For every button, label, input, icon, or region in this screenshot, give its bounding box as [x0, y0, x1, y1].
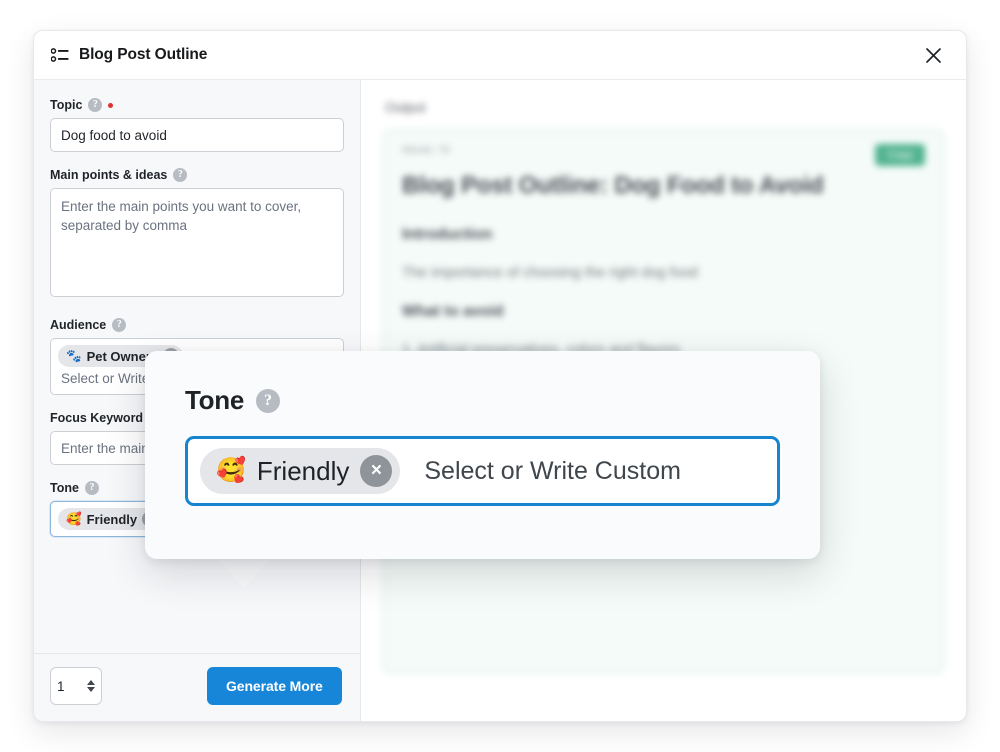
- field-topic: Topic ?: [50, 98, 344, 152]
- help-icon[interactable]: ?: [173, 168, 187, 182]
- help-icon[interactable]: ?: [256, 389, 280, 413]
- main-points-label-text: Main points & ideas: [50, 168, 167, 182]
- quantity-value: 1: [57, 679, 83, 694]
- smiling-face-icon: 🥰: [66, 513, 82, 526]
- callout-tone-placeholder: Select or Write Custom: [424, 457, 681, 486]
- audience-label-text: Audience: [50, 318, 106, 332]
- tone-label-text: Tone: [50, 481, 79, 495]
- help-icon[interactable]: ?: [112, 318, 126, 332]
- main-points-textarea[interactable]: [50, 188, 344, 297]
- callout-tone-select[interactable]: 🥰 Friendly × Select or Write Custom: [185, 436, 780, 506]
- chevron-down-icon[interactable]: [87, 687, 95, 692]
- stepper-arrows[interactable]: [87, 680, 95, 692]
- help-icon[interactable]: ?: [88, 98, 102, 112]
- field-label-audience: Audience ?: [50, 318, 344, 332]
- copy-button[interactable]: Copy: [875, 144, 925, 166]
- tone-callout-popup: Tone ? 🥰 Friendly × Select or Write Cust…: [145, 351, 820, 559]
- page-title: Blog Post Outline: [79, 46, 207, 64]
- required-indicator: [108, 103, 113, 108]
- field-label-topic: Topic ?: [50, 98, 344, 112]
- generate-more-button[interactable]: Generate More: [207, 667, 342, 705]
- output-label: Output: [385, 100, 944, 115]
- list-icon: [51, 48, 69, 62]
- callout-tone-chip[interactable]: 🥰 Friendly ×: [200, 448, 400, 494]
- callout-tone-chip-label: Friendly: [257, 456, 349, 487]
- focus-keyword-label-text: Focus Keyword: [50, 411, 143, 425]
- tone-chip-label: Friendly: [87, 512, 138, 527]
- help-icon[interactable]: ?: [85, 481, 99, 495]
- smiling-face-icon: 🥰: [216, 459, 246, 483]
- quantity-stepper[interactable]: 1: [50, 667, 102, 705]
- output-card-header: Words: 76 Copy: [402, 144, 925, 166]
- modal-title-group: Blog Post Outline: [51, 46, 207, 64]
- topic-label-text: Topic: [50, 98, 82, 112]
- screen: Blog Post Outline Topic ?: [0, 0, 1000, 752]
- output-heading: Introduction: [402, 226, 925, 244]
- modal-titlebar: Blog Post Outline: [34, 31, 966, 80]
- output-heading: What to avoid: [402, 303, 925, 321]
- field-label-main-points: Main points & ideas ?: [50, 168, 344, 182]
- close-icon[interactable]: [918, 40, 948, 70]
- word-count: Words: 76: [402, 144, 450, 156]
- form-footer: 1 Generate More: [34, 653, 360, 721]
- paw-print-icon: 🐾: [66, 350, 82, 363]
- callout-title: Tone: [185, 385, 244, 416]
- output-title: Blog Post Outline: Dog Food to Avoid: [402, 172, 925, 200]
- output-paragraph: The importance of choosing the right dog…: [402, 265, 925, 281]
- callout-label-row: Tone ?: [185, 385, 780, 416]
- field-main-points: Main points & ideas ?: [50, 168, 344, 302]
- chevron-up-icon[interactable]: [87, 680, 95, 685]
- remove-chip-icon[interactable]: ×: [360, 455, 392, 487]
- topic-input[interactable]: [50, 118, 344, 152]
